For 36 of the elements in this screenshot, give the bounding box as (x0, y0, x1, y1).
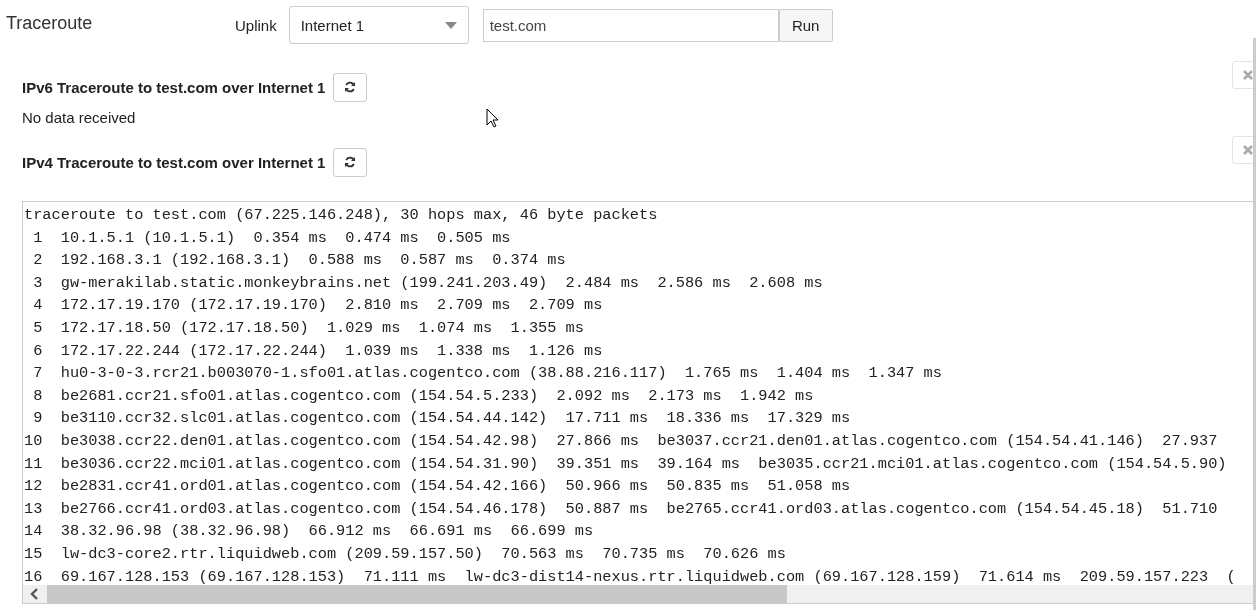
scrollbar-thumb[interactable] (47, 585, 787, 603)
refresh-icon (344, 156, 357, 168)
output-line: 16 69.167.128.153 (69.167.128.153) 71.111 ms lw-dc3-dist14-nexus.rtr.liquidweb.com (69.167.128.159) 71.614 ms 209.59.157.223 ( (24, 566, 1236, 585)
target-field[interactable]: test.com (482, 8, 779, 42)
close-icon (1243, 70, 1253, 80)
horizontal-scrollbar[interactable] (23, 585, 1256, 603)
output-line: 15 lw-dc3-core2.rtr.liquidweb.com (209.59.157.50) 70.563 ms 70.735 ms 70.626 ms (24, 543, 786, 565)
output-line: 4 172.17.19.170 (172.17.19.170) 2.810 ms 2.709 ms 2.709 ms (32, 295, 603, 317)
output-line: 14 38.32.96.98 (38.32.96.98) 66.912 ms 66.691 ms 66.699 ms (24, 521, 594, 543)
output-line: 7 hu0-3-0-3.rcr21.b003070-1.sfo01.atlas.cogentco.com (38.88.216.117) 1.765 ms 1.404 ms 1.347 ms (32, 363, 942, 385)
run-button[interactable]: Run (778, 9, 833, 42)
output-line: traceroute to test.com (67.225.146.248), 30 hops max, 46 byte packets (24, 205, 658, 226)
refresh-button[interactable] (333, 72, 368, 102)
refresh-button[interactable] (333, 147, 368, 177)
status-message: No data received (22, 109, 136, 126)
mouse-pointer-icon (486, 108, 500, 128)
uplink-label: Uplink (235, 16, 277, 34)
output-line: 3 gw-merakilab.static.monkeybrains.net (199.241.203.49) 2.484 ms 2.586 ms 2.608 ms (32, 272, 823, 294)
output-line: 13 be2766.ccr41.ord03.atlas.cogentco.com (154.54.46.178) 50.887 ms be2765.ccr41.ord03.atlas.cogentco.com (154.54.45.18) 51.710 (24, 498, 1218, 520)
output-line: 2 192.168.3.1 (192.168.3.1) 0.588 ms 0.587 ms 0.374 ms (32, 250, 566, 272)
refresh-icon (344, 81, 357, 93)
output-line: 11 be3036.ccr22.mci01.atlas.cogentco.com (154.54.31.90) 39.351 ms 39.164 ms be3035.ccr21.mci01.atlas.cogentco.com (154.54.5.90) (24, 453, 1227, 475)
output-line: 12 be2831.ccr41.ord01.atlas.cogentco.com (154.54.42.166) 50.966 ms 50.835 ms 51.058 ms (24, 476, 851, 498)
output-line: 9 be3110.ccr32.slc01.atlas.cogentco.com (154.54.44.142) 17.711 ms 18.336 ms 17.329 ms (32, 408, 851, 430)
output-line: 6 172.17.22.244 (172.17.22.244) 1.039 ms 1.338 ms 1.126 ms (32, 340, 603, 362)
output-line: 1 10.1.5.1 (10.1.5.1) 0.354 ms 0.474 ms 0.505 ms (32, 227, 511, 249)
close-icon (1243, 145, 1253, 155)
section-heading: IPv6 Traceroute to test.com over Internet 1 (22, 78, 326, 96)
section-heading: IPv4 Traceroute to test.com over Internet 1 (22, 153, 326, 171)
output-line: 10 be3038.ccr22.den01.atlas.cogentco.com (154.54.42.98) 27.866 ms be3037.ccr21.den01.atlas.cogentco.com (154.54.41.146) 27.937 (24, 430, 1218, 452)
output-line: 5 172.17.18.50 (172.17.18.50) 1.029 ms 1.074 ms 1.355 ms (32, 317, 584, 339)
vertical-scrollbar[interactable] (1253, 38, 1256, 610)
caret-icon (444, 21, 457, 29)
output-line: 8 be2681.ccr21.sfo01.atlas.cogentco.com (154.54.5.233) 2.092 ms 2.173 ms 1.942 ms (32, 385, 814, 407)
uplink-select[interactable]: Internet 1 (288, 6, 469, 44)
page-title: Traceroute (6, 13, 94, 34)
